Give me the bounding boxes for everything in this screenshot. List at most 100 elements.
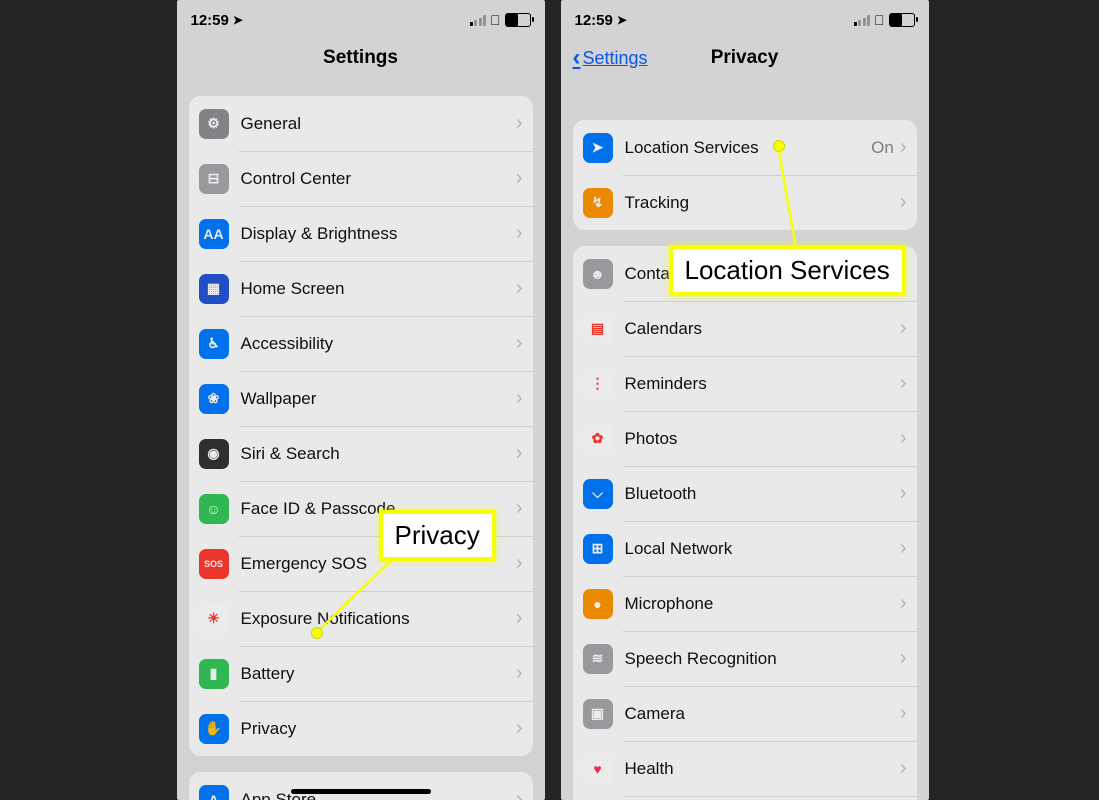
battery-icon <box>889 13 915 27</box>
row-label: Control Center <box>241 169 516 189</box>
chevron-right-icon: › <box>900 537 907 560</box>
siri-icon: ◉ <box>199 439 229 469</box>
control-center-icon: ⊟ <box>199 164 229 194</box>
settings-row-exposure[interactable]: ☀︎Exposure Notifications› <box>189 591 533 646</box>
settings-row-camera[interactable]: ▣Camera› <box>573 686 917 741</box>
chevron-right-icon: › <box>516 167 523 190</box>
chevron-right-icon: › <box>900 757 907 780</box>
microphone-icon: ● <box>583 589 613 619</box>
chevron-right-icon: › <box>516 442 523 465</box>
status-bar: 12:59 ➤ 􀙇 <box>177 0 545 36</box>
settings-row-accessibility[interactable]: ♿︎Accessibility› <box>189 316 533 371</box>
settings-row-display[interactable]: AADisplay & Brightness› <box>189 206 533 261</box>
chevron-right-icon: › <box>516 332 523 355</box>
row-label: Speech Recognition <box>625 649 900 669</box>
home-screen-icon: ▦ <box>199 274 229 304</box>
row-label: Display & Brightness <box>241 224 516 244</box>
settings-row-sos[interactable]: SOSEmergency SOS› <box>189 536 533 591</box>
row-label: Bluetooth <box>625 484 900 504</box>
chevron-right-icon: › <box>516 788 523 800</box>
bluetooth-icon: ⌵ <box>583 479 613 509</box>
settings-row-control-center[interactable]: ⊟ Control Center› <box>189 151 533 206</box>
chevron-right-icon: › <box>516 497 523 520</box>
row-label: Microphone <box>625 594 900 614</box>
battery-icon <box>505 13 531 27</box>
row-label: General <box>241 114 516 134</box>
settings-row-location[interactable]: ➤ Location ServicesOn › <box>573 120 917 175</box>
chevron-right-icon: › <box>900 191 907 214</box>
location-arrow-icon: ➤ <box>233 13 243 27</box>
settings-row-faceid[interactable]: ☺︎Face ID & Passcode› <box>189 481 533 536</box>
location-icon: ➤ <box>583 133 613 163</box>
settings-row-calendars[interactable]: ▤ Calendars› <box>573 301 917 356</box>
settings-row-tracking[interactable]: ↯Tracking› <box>573 175 917 230</box>
calendars-icon: ▤ <box>583 314 613 344</box>
chevron-right-icon: › <box>900 427 907 450</box>
row-label: Battery <box>241 664 516 684</box>
settings-row-health[interactable]: ♥Health› <box>573 741 917 796</box>
row-value: On <box>871 138 894 158</box>
row-label: Health <box>625 759 900 779</box>
contacts-icon: ☻ <box>583 259 613 289</box>
settings-group: ⚙︎General›⊟Control Center›AADisplay & Br… <box>189 96 533 756</box>
settings-row-home-screen[interactable]: ▦ Home Screen› <box>189 261 533 316</box>
settings-row-speech[interactable]: ≋Speech Recognition› <box>573 631 917 686</box>
signal-icon <box>854 15 871 26</box>
chevron-right-icon: › <box>900 592 907 615</box>
sos-icon: SOS <box>199 549 229 579</box>
status-time: 12:59 <box>575 12 613 29</box>
row-label: Location Services <box>625 138 872 158</box>
settings-row-localnetwork[interactable]: ⊞ Local Network› <box>573 521 917 576</box>
settings-row-siri[interactable]: ◉Siri & Search› <box>189 426 533 481</box>
row-label: Wallpaper <box>241 389 516 409</box>
settings-row-contacts[interactable]: ☻ Contacts› <box>573 246 917 301</box>
settings-row-appstore[interactable]: AApp Store› <box>189 772 533 800</box>
settings-row-reminders[interactable]: ⋮Reminders› <box>573 356 917 411</box>
chevron-right-icon: › <box>516 717 523 740</box>
page-title: Privacy <box>711 47 779 69</box>
row-label: Tracking <box>625 193 900 213</box>
chevron-right-icon: › <box>900 262 907 285</box>
nav-bar: ‹ Settings Privacy <box>561 36 929 80</box>
chevron-right-icon: › <box>516 277 523 300</box>
home-indicator <box>291 789 431 794</box>
appstore-icon: A <box>199 785 229 800</box>
settings-row-privacy[interactable]: ✋Privacy› <box>189 701 533 756</box>
exposure-icon: ☀︎ <box>199 604 229 634</box>
settings-row-gear[interactable]: ⚙︎General› <box>189 96 533 151</box>
chevron-left-icon: ‹ <box>573 44 581 72</box>
row-label: Calendars <box>625 319 900 339</box>
row-label: Reminders <box>625 374 900 394</box>
row-label: Photos <box>625 429 900 449</box>
settings-group: AApp Store›▭Wallet & Apple Pay› <box>189 772 533 800</box>
row-label: Camera <box>625 704 900 724</box>
settings-row-research[interactable]: ◑Research Sensor & Usage Data› <box>573 796 917 800</box>
battery-icon: ▮ <box>199 659 229 689</box>
row-label: Privacy <box>241 719 516 739</box>
gear-icon: ⚙︎ <box>199 109 229 139</box>
settings-row-microphone[interactable]: ● Microphone› <box>573 576 917 631</box>
row-label: Local Network <box>625 539 900 559</box>
signal-icon <box>470 15 487 26</box>
settings-row-photos[interactable]: ✿ Photos› <box>573 411 917 466</box>
back-button[interactable]: ‹ Settings <box>573 44 648 72</box>
speech-icon: ≋ <box>583 644 613 674</box>
settings-row-bluetooth[interactable]: ⌵Bluetooth› <box>573 466 917 521</box>
camera-icon: ▣ <box>583 699 613 729</box>
nav-bar: Settings <box>177 36 545 80</box>
status-time: 12:59 <box>191 12 229 29</box>
row-label: Home Screen <box>241 279 516 299</box>
settings-row-wallpaper[interactable]: ❀Wallpaper› <box>189 371 533 426</box>
settings-screen: 12:59 ➤ 􀙇 Settings ⚙︎ General › ⊟ Control Ce… <box>177 0 545 800</box>
reminders-icon: ⋮ <box>583 369 613 399</box>
wifi-icon: 􀙇 <box>874 12 885 28</box>
settings-group: ➤Location ServicesOn›↯Tracking› <box>573 120 917 230</box>
settings-row-battery[interactable]: ▮Battery› <box>189 646 533 701</box>
photos-icon: ✿ <box>583 424 613 454</box>
settings-group: ☻Contacts›▤Calendars›⋮Reminders›✿Photos›… <box>573 246 917 800</box>
chevron-right-icon: › <box>900 136 907 159</box>
localnetwork-icon: ⊞ <box>583 534 613 564</box>
chevron-right-icon: › <box>900 317 907 340</box>
display-icon: AA <box>199 219 229 249</box>
row-label: Contacts <box>625 264 900 284</box>
